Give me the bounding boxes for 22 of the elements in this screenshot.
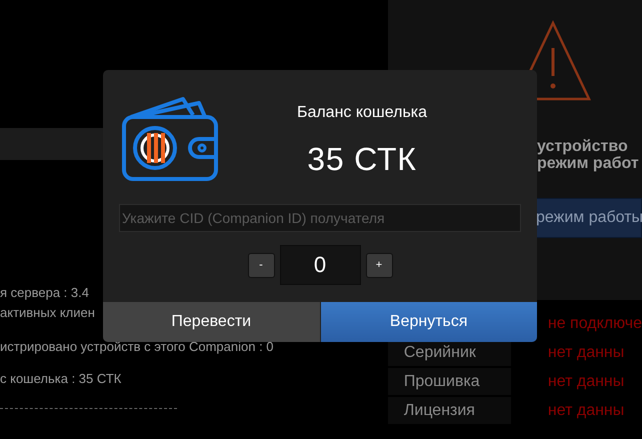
dialog-button[interactable]: Перевести [103,302,320,342]
row-label: Серийник [404,344,476,361]
decrement-button[interactable]: - [248,252,274,278]
dialog-button[interactable]: Вернуться [320,302,537,342]
row-value: нет данны [548,402,624,419]
amount-field[interactable]: 0 [280,245,360,285]
recipient-field[interactable]: Укажите CID (Companion ID) получателя [119,204,521,232]
warning-text: устройство [537,138,629,155]
row-value: не подключе [548,315,642,332]
info-text: истрировано устройств с этого Companion : 0 [0,339,274,354]
row-label: Лицензия [404,402,475,419]
row-label: Прошивка [404,373,480,390]
warning-text: режим работ [537,155,640,172]
balance-amount: 35 СТК [307,140,417,179]
dialog-title: Баланс кошелька [296,103,428,123]
row-value: нет данны [548,344,624,361]
row-value: нет данны [548,373,624,390]
info-text: активных клиен [0,305,95,320]
wallet-icon [121,95,219,183]
info-text: я сервера : 3.4 [0,285,89,300]
info-text: с кошелька : 35 СТК [0,371,122,386]
increment-button[interactable]: + [366,252,392,278]
